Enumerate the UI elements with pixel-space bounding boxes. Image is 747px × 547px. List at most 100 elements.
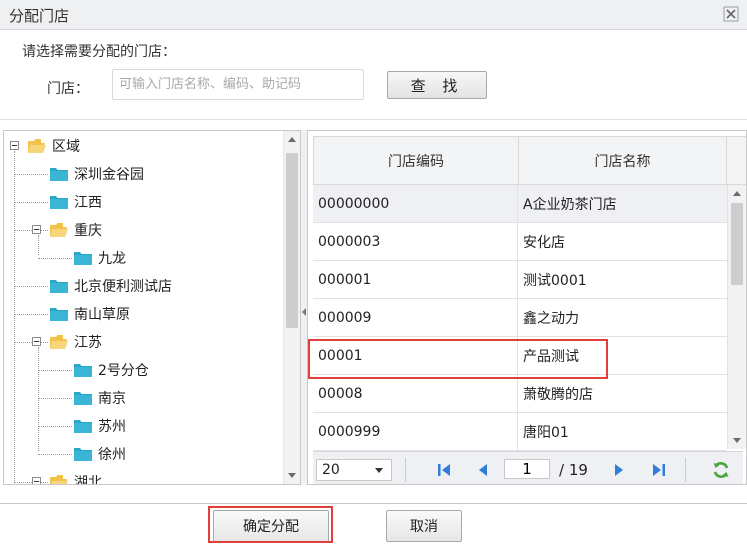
previous-page-icon[interactable] bbox=[474, 461, 492, 479]
collapse-toggle-icon[interactable] bbox=[32, 477, 41, 484]
scroll-up-arrow-icon[interactable] bbox=[733, 191, 741, 196]
pager-separator bbox=[685, 458, 686, 482]
dialog-titlebar: 分配门店 bbox=[0, 0, 747, 30]
folder-icon bbox=[50, 167, 68, 181]
table-row[interactable]: 0000999 唐阳01 bbox=[313, 413, 727, 451]
tree-connector bbox=[14, 230, 48, 231]
last-page-icon[interactable] bbox=[650, 461, 668, 479]
tree-node-label: 苏州 bbox=[98, 419, 126, 435]
tree-node[interactable]: 区域 bbox=[28, 135, 80, 157]
folder-open-icon bbox=[50, 335, 68, 349]
store-search-input[interactable] bbox=[112, 69, 364, 100]
tree-node[interactable]: 江苏 bbox=[50, 331, 102, 353]
collapse-toggle-icon[interactable] bbox=[32, 337, 41, 346]
scroll-down-arrow-icon[interactable] bbox=[288, 473, 296, 478]
first-page-icon[interactable] bbox=[435, 461, 453, 479]
scrollbar-thumb[interactable] bbox=[731, 203, 743, 285]
tree-node[interactable]: 江西 bbox=[50, 191, 102, 213]
search-button[interactable]: 查 找 bbox=[387, 71, 487, 99]
tree-node-label: 徐州 bbox=[98, 447, 126, 463]
tree-node-label: 深圳金谷园 bbox=[74, 167, 144, 183]
tree-node-label: 重庆 bbox=[74, 223, 102, 239]
folder-icon bbox=[74, 251, 92, 265]
table-row[interactable]: 00001 产品测试 bbox=[313, 337, 727, 375]
scrollbar-thumb[interactable] bbox=[286, 153, 298, 328]
store-code-cell: 0000003 bbox=[313, 223, 518, 260]
tree-node[interactable]: 深圳金谷园 bbox=[50, 163, 144, 185]
tree-connector bbox=[14, 151, 15, 484]
store-code-cell: 00000000 bbox=[313, 185, 518, 222]
chevron-down-icon bbox=[375, 468, 383, 473]
next-page-icon[interactable] bbox=[610, 461, 628, 479]
table-row[interactable]: 00000000 A企业奶茶门店 bbox=[313, 185, 727, 223]
pager-separator bbox=[405, 458, 406, 482]
tree-node-label: 南京 bbox=[98, 391, 126, 407]
tree-node-label: 江苏 bbox=[74, 335, 102, 351]
page-size-select[interactable]: 20 bbox=[316, 459, 392, 481]
store-code-cell: 000009 bbox=[313, 299, 518, 336]
tree-node[interactable]: 南山草原 bbox=[50, 303, 130, 325]
table-row[interactable]: 000009 鑫之动力 bbox=[313, 299, 727, 337]
dialog-title: 分配门店 bbox=[9, 7, 70, 25]
tree-connector bbox=[14, 482, 48, 483]
tree-connector bbox=[38, 426, 72, 427]
store-name-cell: 测试0001 bbox=[523, 272, 587, 289]
tree-node-label: 湖北 bbox=[74, 475, 102, 485]
table-row[interactable]: 00008 萧敬腾的店 bbox=[313, 375, 727, 413]
tree-node[interactable]: 苏州 bbox=[74, 415, 126, 437]
folder-icon bbox=[74, 447, 92, 461]
region-tree[interactable]: 区域深圳金谷园江西重庆九龙北京便利测试店 南山草原江苏 2号分仓南京苏州徐州湖北 bbox=[3, 130, 301, 485]
cancel-button[interactable]: 取消 bbox=[386, 510, 462, 542]
folder-icon bbox=[50, 279, 68, 293]
collapse-toggle-icon[interactable] bbox=[32, 225, 41, 234]
store-code-cell: 00008 bbox=[313, 375, 518, 412]
column-header-code[interactable]: 门店编码 bbox=[314, 137, 519, 184]
table-row[interactable]: 000001 测试0001 bbox=[313, 261, 727, 299]
collapse-arrow-icon[interactable] bbox=[302, 308, 306, 316]
store-label: 门店： bbox=[47, 81, 89, 97]
folder-open-icon bbox=[50, 475, 68, 484]
tree-node[interactable]: 北京便利测试店 bbox=[50, 275, 172, 297]
total-pages: / 19 bbox=[559, 461, 588, 479]
tree-node-label: 江西 bbox=[74, 195, 102, 211]
tree-connector bbox=[14, 174, 48, 175]
tree-node[interactable]: 九龙 bbox=[74, 247, 126, 269]
tree-scrollbar[interactable] bbox=[283, 131, 300, 484]
tree-connector bbox=[38, 258, 72, 259]
tree-connector bbox=[38, 347, 39, 451]
tree-node-label: 2号分仓 bbox=[98, 363, 149, 379]
folder-open-icon bbox=[50, 223, 68, 237]
tree-node[interactable]: 重庆 bbox=[50, 219, 102, 241]
column-header-name[interactable]: 门店名称 bbox=[519, 137, 726, 184]
prompt-text: 请选择需要分配的门店： bbox=[22, 44, 176, 60]
folder-icon bbox=[50, 195, 68, 209]
store-name-cell: 产品测试 bbox=[523, 348, 579, 365]
tree-node[interactable]: 2号分仓 bbox=[74, 359, 149, 381]
confirm-assign-button[interactable]: 确定分配 bbox=[213, 510, 329, 542]
collapse-toggle-icon[interactable] bbox=[10, 141, 19, 150]
close-icon[interactable] bbox=[723, 6, 739, 22]
scroll-up-arrow-icon[interactable] bbox=[288, 137, 296, 142]
table-row[interactable]: 0000003 安化店 bbox=[313, 223, 727, 261]
grid-header: 门店编码 门店名称 bbox=[313, 136, 727, 185]
tree-connector bbox=[14, 286, 48, 287]
tree-node[interactable]: 南京 bbox=[74, 387, 126, 409]
store-name-cell: 鑫之动力 bbox=[523, 310, 579, 327]
scroll-down-arrow-icon[interactable] bbox=[733, 438, 741, 443]
store-name-cell: 萧敬腾的店 bbox=[523, 386, 593, 403]
grid-scrollbar[interactable] bbox=[727, 185, 746, 449]
store-code-cell: 0000999 bbox=[313, 413, 518, 450]
tree-connector bbox=[14, 342, 48, 343]
tree-node-label: 九龙 bbox=[98, 251, 126, 267]
tree-connector bbox=[38, 398, 72, 399]
grid-header-filler bbox=[727, 136, 746, 185]
current-page-input[interactable] bbox=[504, 459, 550, 479]
tree-connector bbox=[14, 314, 48, 315]
refresh-icon[interactable] bbox=[711, 460, 731, 480]
tree-connector bbox=[38, 454, 72, 455]
tree-node-label: 区域 bbox=[52, 139, 80, 155]
store-grid: 门店编码 门店名称 00000000 A企业奶茶门店 0000003 安化店 00000… bbox=[307, 130, 747, 485]
tree-connector bbox=[38, 235, 39, 255]
tree-node[interactable]: 徐州 bbox=[74, 443, 126, 465]
tree-node[interactable]: 湖北 bbox=[50, 471, 102, 485]
